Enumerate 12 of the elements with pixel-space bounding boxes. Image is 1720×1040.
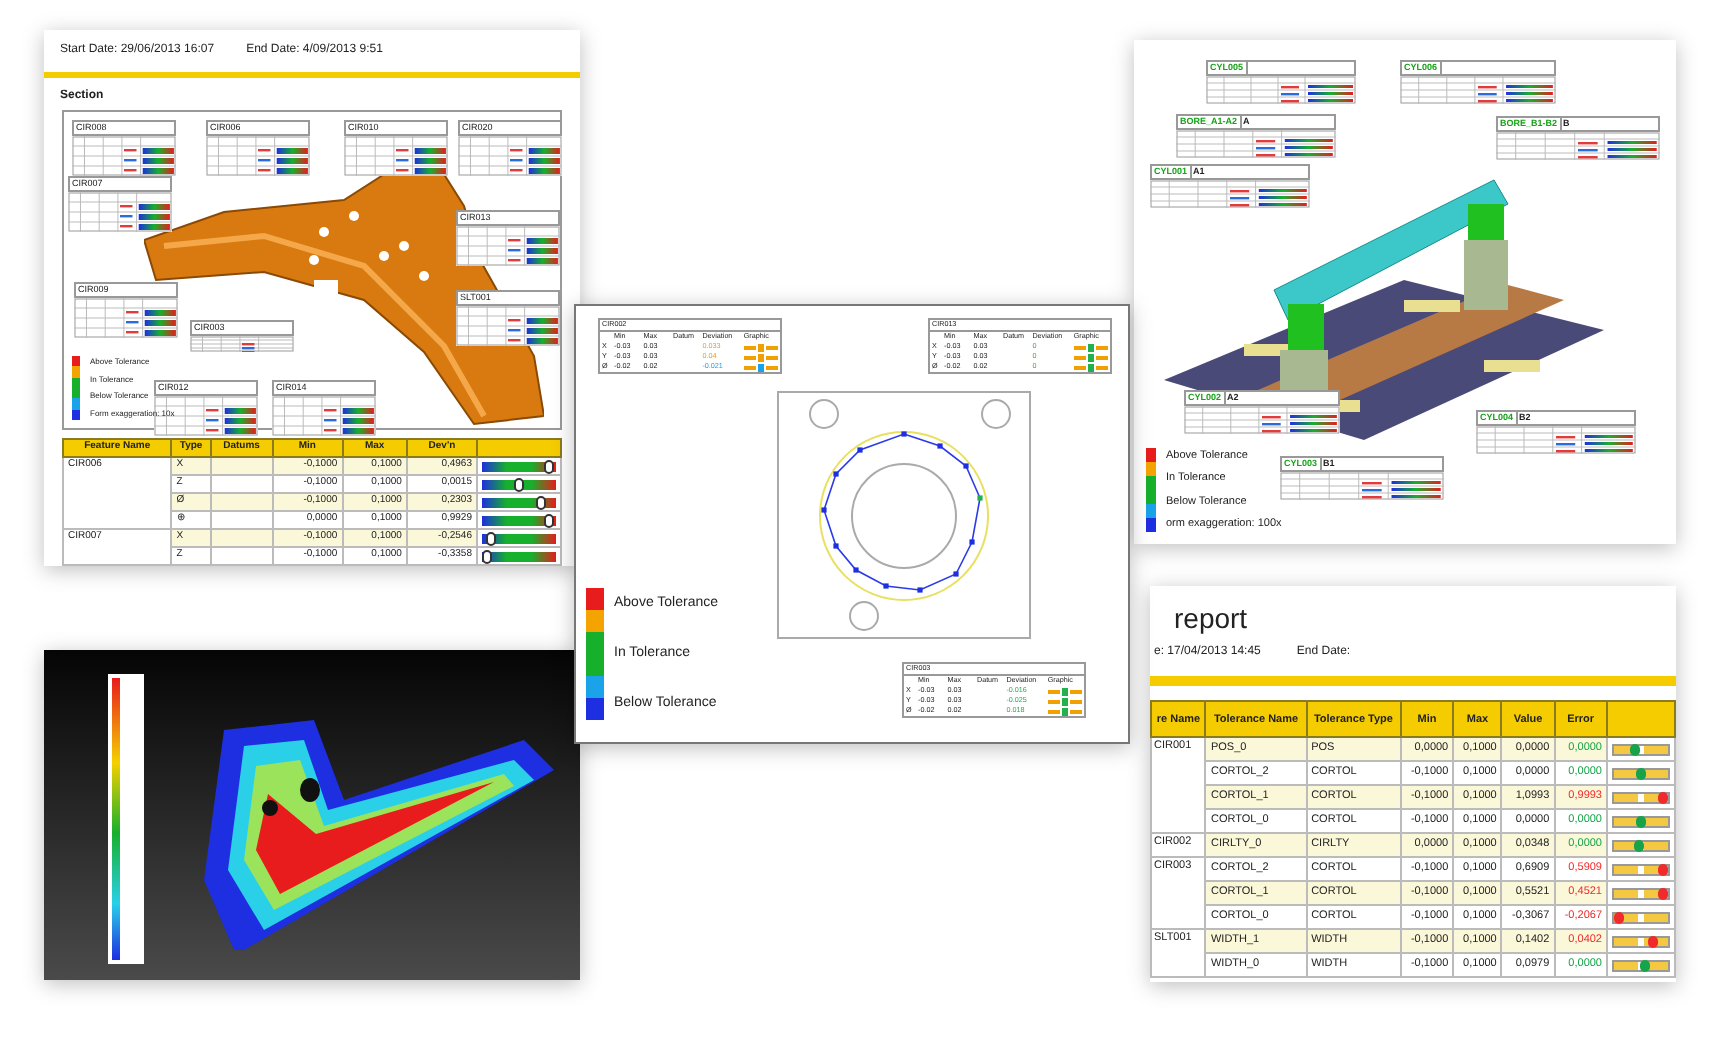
- mini-table-drawing: [190, 336, 294, 352]
- column-header: [477, 439, 561, 457]
- mini-table-drawing: [344, 136, 448, 176]
- legend-color-bar: [586, 588, 604, 720]
- mini-table-drawing: [68, 192, 172, 232]
- mini-table-drawing: [74, 298, 178, 338]
- legend-color-bar: [1146, 448, 1156, 532]
- mini-table-drawing: [206, 136, 310, 176]
- column-header: [1607, 701, 1675, 737]
- report-title: report: [1174, 602, 1248, 634]
- legend-color-bar: [72, 356, 80, 420]
- mini-table-drawing: [72, 136, 176, 176]
